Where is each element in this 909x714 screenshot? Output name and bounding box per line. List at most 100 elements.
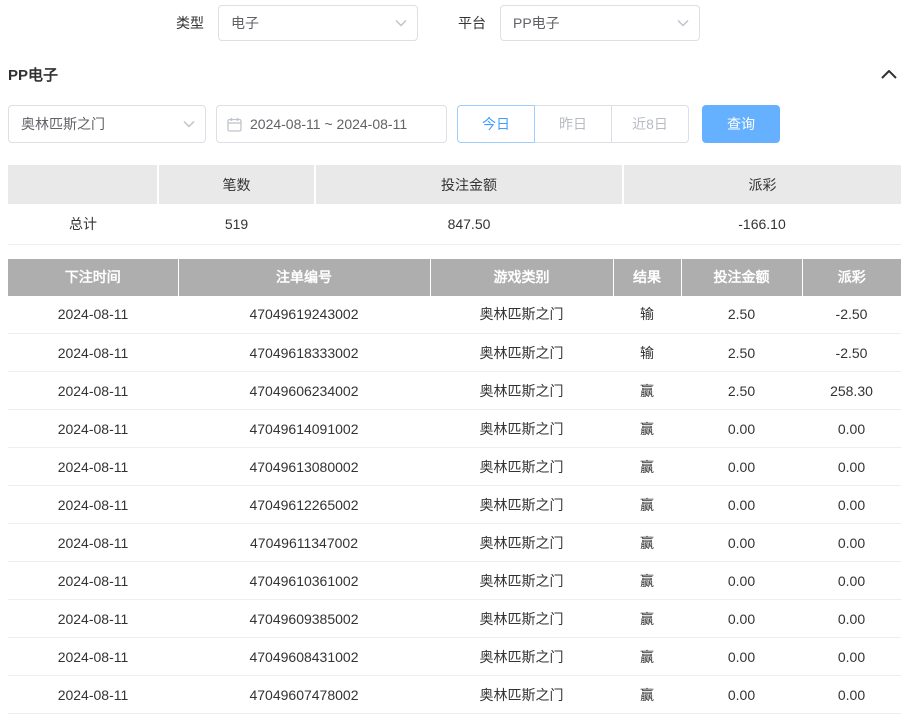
result-cell: 赢 — [613, 410, 681, 448]
game-type-cell: 奥林匹斯之门 — [430, 676, 613, 714]
bet-table-body: 2024-08-11 47049619243002 奥林匹斯之门 输 2.50 … — [8, 296, 901, 714]
bet-number-cell: 47049611347002 — [178, 524, 430, 562]
game-type-cell: 奥林匹斯之门 — [430, 448, 613, 486]
payout-cell: -2.50 — [802, 296, 901, 334]
bet-amount-cell: 0.00 — [681, 448, 802, 486]
bet-time-cell: 2024-08-11 — [8, 372, 178, 410]
bet-number-cell: 47049610361002 — [178, 562, 430, 600]
bet-time-cell: 2024-08-11 — [8, 296, 178, 334]
bet-amount-cell: 2.50 — [681, 334, 802, 372]
payout-cell: 258.30 — [802, 372, 901, 410]
bet-number-cell: 47049609385002 — [178, 600, 430, 638]
chevron-down-icon — [395, 20, 407, 27]
summary-header-bet-amount: 投注金额 — [315, 165, 623, 204]
game-select[interactable]: 奥林匹斯之门 — [8, 105, 206, 143]
summary-header-count: 笔数 — [158, 165, 315, 204]
table-row: 2024-08-11 47049608431002 奥林匹斯之门 赢 0.00 … — [8, 638, 901, 676]
payout-cell: 0.00 — [802, 638, 901, 676]
section-collapse-button[interactable] — [877, 68, 901, 81]
quick-filter-today[interactable]: 今日 — [457, 105, 535, 143]
platform-select[interactable]: PP电子 — [500, 5, 700, 41]
search-button[interactable]: 查询 — [702, 105, 780, 143]
summary-total-label: 总计 — [8, 204, 158, 244]
top-filter-bar: 类型 电子 平台 PP电子 — [176, 0, 901, 41]
table-row: 2024-08-11 47049613080002 奥林匹斯之门 赢 0.00 … — [8, 448, 901, 486]
payout-cell: -2.50 — [802, 334, 901, 372]
result-cell: 赢 — [613, 524, 681, 562]
game-type-cell: 奥林匹斯之门 — [430, 562, 613, 600]
chevron-up-icon — [881, 67, 897, 82]
payout-cell: 0.00 — [802, 676, 901, 714]
result-cell: 赢 — [613, 562, 681, 600]
chevron-down-icon — [183, 121, 195, 128]
table-row: 2024-08-11 47049612265002 奥林匹斯之门 赢 0.00 … — [8, 486, 901, 524]
summary-count-value: 519 — [158, 204, 315, 244]
game-type-cell: 奥林匹斯之门 — [430, 372, 613, 410]
bet-amount-cell: 0.00 — [681, 562, 802, 600]
bet-number-cell: 47049619243002 — [178, 296, 430, 334]
summary-header-row: 笔数 投注金额 派彩 — [8, 165, 901, 204]
bet-table: 下注时间 注单编号 游戏类别 结果 投注金额 派彩 2024-08-11 470… — [8, 259, 901, 714]
bet-amount-cell: 2.50 — [681, 372, 802, 410]
quick-filter-yesterday[interactable]: 昨日 — [534, 105, 612, 143]
header-payout: 派彩 — [802, 259, 901, 296]
payout-cell: 0.00 — [802, 448, 901, 486]
game-select-value: 奥林匹斯之门 — [21, 114, 105, 134]
bet-amount-cell: 2.50 — [681, 296, 802, 334]
header-bet-amount: 投注金额 — [681, 259, 802, 296]
query-bar: 奥林匹斯之门 2024-08-11 ~ 2024-08-11 今日 昨日 近8日… — [8, 105, 901, 143]
game-type-cell: 奥林匹斯之门 — [430, 600, 613, 638]
bet-time-cell: 2024-08-11 — [8, 410, 178, 448]
game-type-cell: 奥林匹斯之门 — [430, 296, 613, 334]
summary-bet-amount-value: 847.50 — [315, 204, 623, 244]
game-type-cell: 奥林匹斯之门 — [430, 638, 613, 676]
bet-time-cell: 2024-08-11 — [8, 600, 178, 638]
bet-amount-cell: 0.00 — [681, 486, 802, 524]
page: 类型 电子 平台 PP电子 PP电子 奥林匹斯之门 — [0, 0, 909, 714]
result-cell: 赢 — [613, 638, 681, 676]
date-range-picker[interactable]: 2024-08-11 ~ 2024-08-11 — [216, 105, 447, 143]
summary-payout-value: -166.10 — [623, 204, 901, 244]
table-row: 2024-08-11 47049614091002 奥林匹斯之门 赢 0.00 … — [8, 410, 901, 448]
calendar-icon — [227, 117, 242, 132]
result-cell: 赢 — [613, 372, 681, 410]
table-row: 2024-08-11 47049619243002 奥林匹斯之门 输 2.50 … — [8, 296, 901, 334]
type-label: 类型 — [176, 13, 204, 33]
summary-total-row: 总计 519 847.50 -166.10 — [8, 204, 901, 244]
chevron-down-icon — [677, 20, 689, 27]
summary-header-payout: 派彩 — [623, 165, 901, 204]
payout-cell: 0.00 — [802, 600, 901, 638]
type-select[interactable]: 电子 — [218, 5, 418, 41]
header-result: 结果 — [613, 259, 681, 296]
result-cell: 赢 — [613, 676, 681, 714]
bet-time-cell: 2024-08-11 — [8, 638, 178, 676]
table-row: 2024-08-11 47049610361002 奥林匹斯之门 赢 0.00 … — [8, 562, 901, 600]
result-cell: 输 — [613, 334, 681, 372]
bet-number-cell: 47049613080002 — [178, 448, 430, 486]
bet-time-cell: 2024-08-11 — [8, 334, 178, 372]
bet-amount-cell: 0.00 — [681, 524, 802, 562]
bet-time-cell: 2024-08-11 — [8, 448, 178, 486]
quick-filter-last8days[interactable]: 近8日 — [611, 105, 689, 143]
header-game-type: 游戏类别 — [430, 259, 613, 296]
section-title: PP电子 — [8, 64, 58, 85]
bet-amount-cell: 0.00 — [681, 676, 802, 714]
quick-filter-group: 今日 昨日 近8日 — [457, 105, 689, 143]
bet-time-cell: 2024-08-11 — [8, 676, 178, 714]
platform-select-value: PP电子 — [513, 13, 560, 33]
bet-amount-cell: 0.00 — [681, 600, 802, 638]
bet-number-cell: 47049606234002 — [178, 372, 430, 410]
date-range-value: 2024-08-11 ~ 2024-08-11 — [250, 116, 407, 132]
header-bet-time: 下注时间 — [8, 259, 178, 296]
game-type-cell: 奥林匹斯之门 — [430, 334, 613, 372]
result-cell: 赢 — [613, 448, 681, 486]
bet-amount-cell: 0.00 — [681, 638, 802, 676]
type-select-value: 电子 — [231, 13, 259, 33]
summary-table: 笔数 投注金额 派彩 总计 519 847.50 -166.10 — [8, 165, 901, 245]
payout-cell: 0.00 — [802, 486, 901, 524]
payout-cell: 0.00 — [802, 562, 901, 600]
bet-time-cell: 2024-08-11 — [8, 562, 178, 600]
bet-time-cell: 2024-08-11 — [8, 524, 178, 562]
table-row: 2024-08-11 47049607478002 奥林匹斯之门 赢 0.00 … — [8, 676, 901, 714]
result-cell: 赢 — [613, 486, 681, 524]
